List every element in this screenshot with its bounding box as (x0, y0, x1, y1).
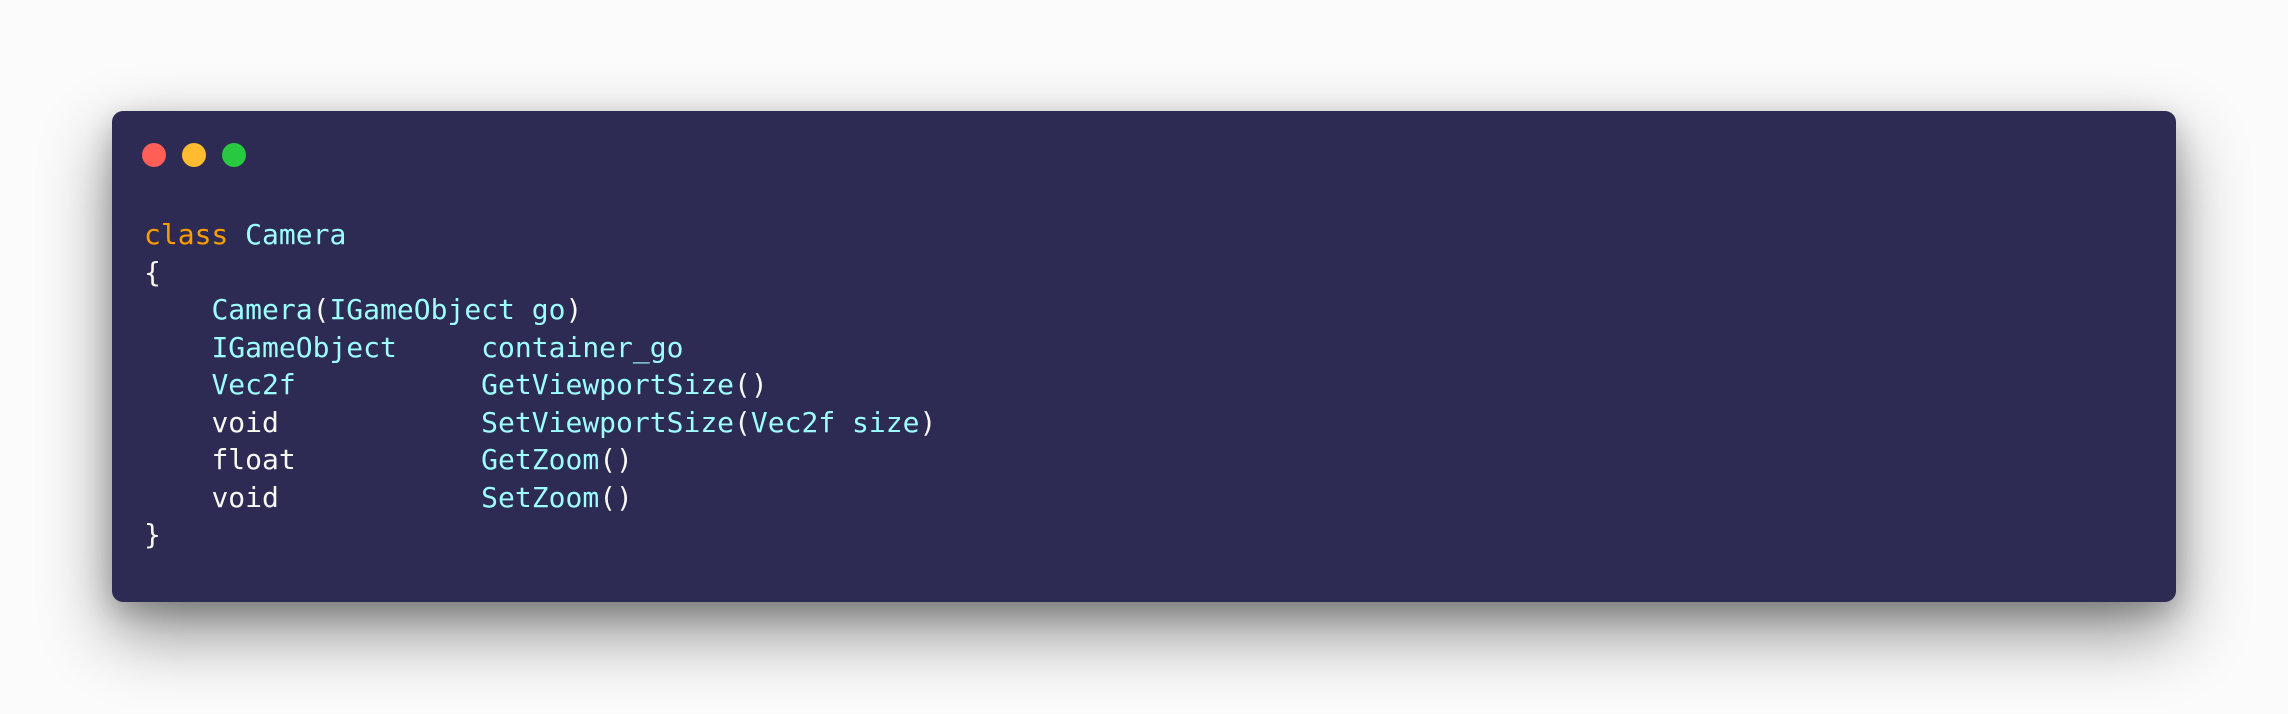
code-line: float GetZoom() (144, 441, 936, 479)
code-line: void SetViewportSize(Vec2f size) (144, 404, 936, 442)
code-line: Camera(IGameObject go) (144, 291, 936, 329)
code-text: () (599, 443, 633, 476)
code-line: void SetZoom() (144, 479, 936, 517)
code-line: class Camera (144, 216, 936, 254)
screenshot-stage: class Camera{ Camera(IGameObject go) IGa… (0, 0, 2288, 714)
code-type: Vec2f (211, 368, 296, 401)
code-text: () (734, 368, 768, 401)
code-block: class Camera{ Camera(IGameObject go) IGa… (144, 216, 936, 554)
code-line: } (144, 516, 936, 554)
code-window: class Camera{ Camera(IGameObject go) IGa… (112, 111, 2176, 602)
window-controls (142, 143, 246, 167)
code-keyword: class (144, 218, 229, 251)
code-type: Camera (245, 218, 347, 251)
code-type: SetViewportSize (481, 405, 735, 439)
code-text: void (211, 480, 279, 514)
code-text: ) (565, 293, 583, 326)
code-line: Vec2f GetViewportSize() (144, 366, 936, 404)
code-line: { (144, 254, 936, 292)
code-type: SetZoom (481, 480, 600, 514)
code-text: ( (734, 405, 751, 439)
code-text: () (599, 480, 633, 514)
code-text: float (211, 443, 296, 476)
code-text: ) (919, 405, 937, 439)
maximize-button[interactable] (222, 143, 246, 167)
code-type: GetZoom (481, 443, 600, 476)
code-line: IGameObject container_go (144, 329, 936, 367)
code-text: { (144, 255, 161, 289)
minimize-button[interactable] (182, 143, 206, 167)
code-text: ( (312, 293, 330, 326)
code-type: Vec2f size (750, 405, 920, 439)
code-type: GetViewportSize (481, 368, 735, 401)
code-type: IGameObject (211, 330, 397, 364)
code-text: } (144, 518, 161, 551)
close-button[interactable] (142, 143, 166, 167)
code-type: container_go (481, 330, 684, 364)
code-text: void (211, 405, 279, 439)
code-type: IGameObject go (329, 293, 566, 326)
code-type: Camera (211, 293, 313, 326)
